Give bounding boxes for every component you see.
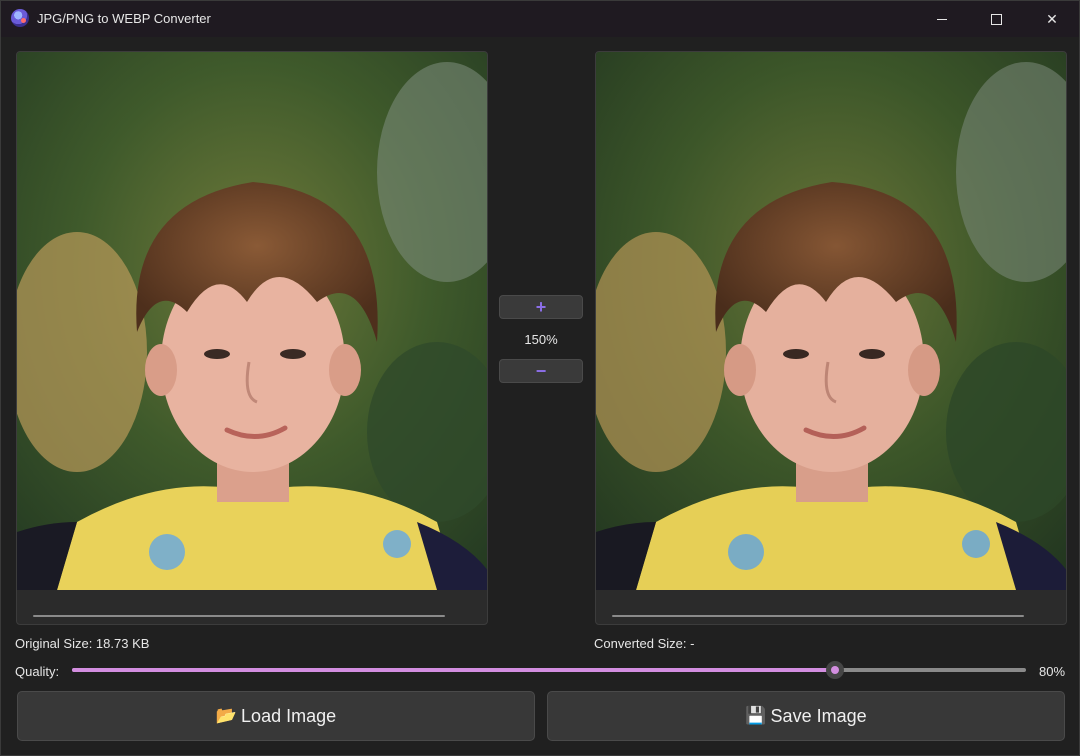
original-image-panel[interactable] — [16, 51, 488, 625]
folder-icon: 📂 — [215, 706, 238, 725]
original-size-label: Original Size: 18.73 KB — [15, 636, 150, 651]
converted-image — [596, 52, 1066, 590]
close-button[interactable]: ✕ — [1029, 1, 1075, 37]
converted-size-label: Converted Size: - — [594, 636, 695, 651]
app-logo-icon — [11, 9, 29, 27]
save-image-button[interactable]: 💾 Save Image — [547, 691, 1065, 741]
zoom-out-button[interactable]: − — [499, 359, 583, 383]
minimize-icon — [937, 18, 947, 20]
original-horizontal-scrollbar[interactable] — [33, 615, 445, 617]
original-image — [17, 52, 487, 590]
converted-image-panel[interactable] — [595, 51, 1067, 625]
maximize-button[interactable] — [973, 1, 1019, 37]
plus-icon: + — [535, 296, 547, 317]
app-window: JPG/PNG to WEBP Converter ✕ + 150% − Ori… — [0, 0, 1080, 756]
quality-slider-thumb[interactable] — [826, 661, 845, 679]
minimize-button[interactable] — [919, 1, 965, 37]
zoom-level: 150% — [524, 332, 558, 347]
load-image-button[interactable]: 📂 Load Image — [17, 691, 535, 741]
quality-slider[interactable] — [72, 661, 1026, 679]
maximize-icon — [990, 13, 1002, 25]
converted-horizontal-scrollbar[interactable] — [612, 615, 1024, 617]
load-image-label: Load Image — [241, 705, 337, 726]
zoom-in-button[interactable]: + — [499, 295, 583, 319]
save-image-label: Save Image — [770, 705, 867, 726]
close-icon: ✕ — [1046, 10, 1058, 27]
quality-value: 80% — [1039, 664, 1066, 679]
quality-label: Quality: — [15, 664, 60, 679]
window-title: JPG/PNG to WEBP Converter — [37, 11, 211, 26]
minus-icon: − — [535, 360, 547, 381]
title-bar[interactable]: JPG/PNG to WEBP Converter ✕ — [1, 1, 1079, 37]
floppy-disk-icon: 💾 — [745, 706, 767, 725]
quality-slider-fill — [72, 668, 836, 672]
